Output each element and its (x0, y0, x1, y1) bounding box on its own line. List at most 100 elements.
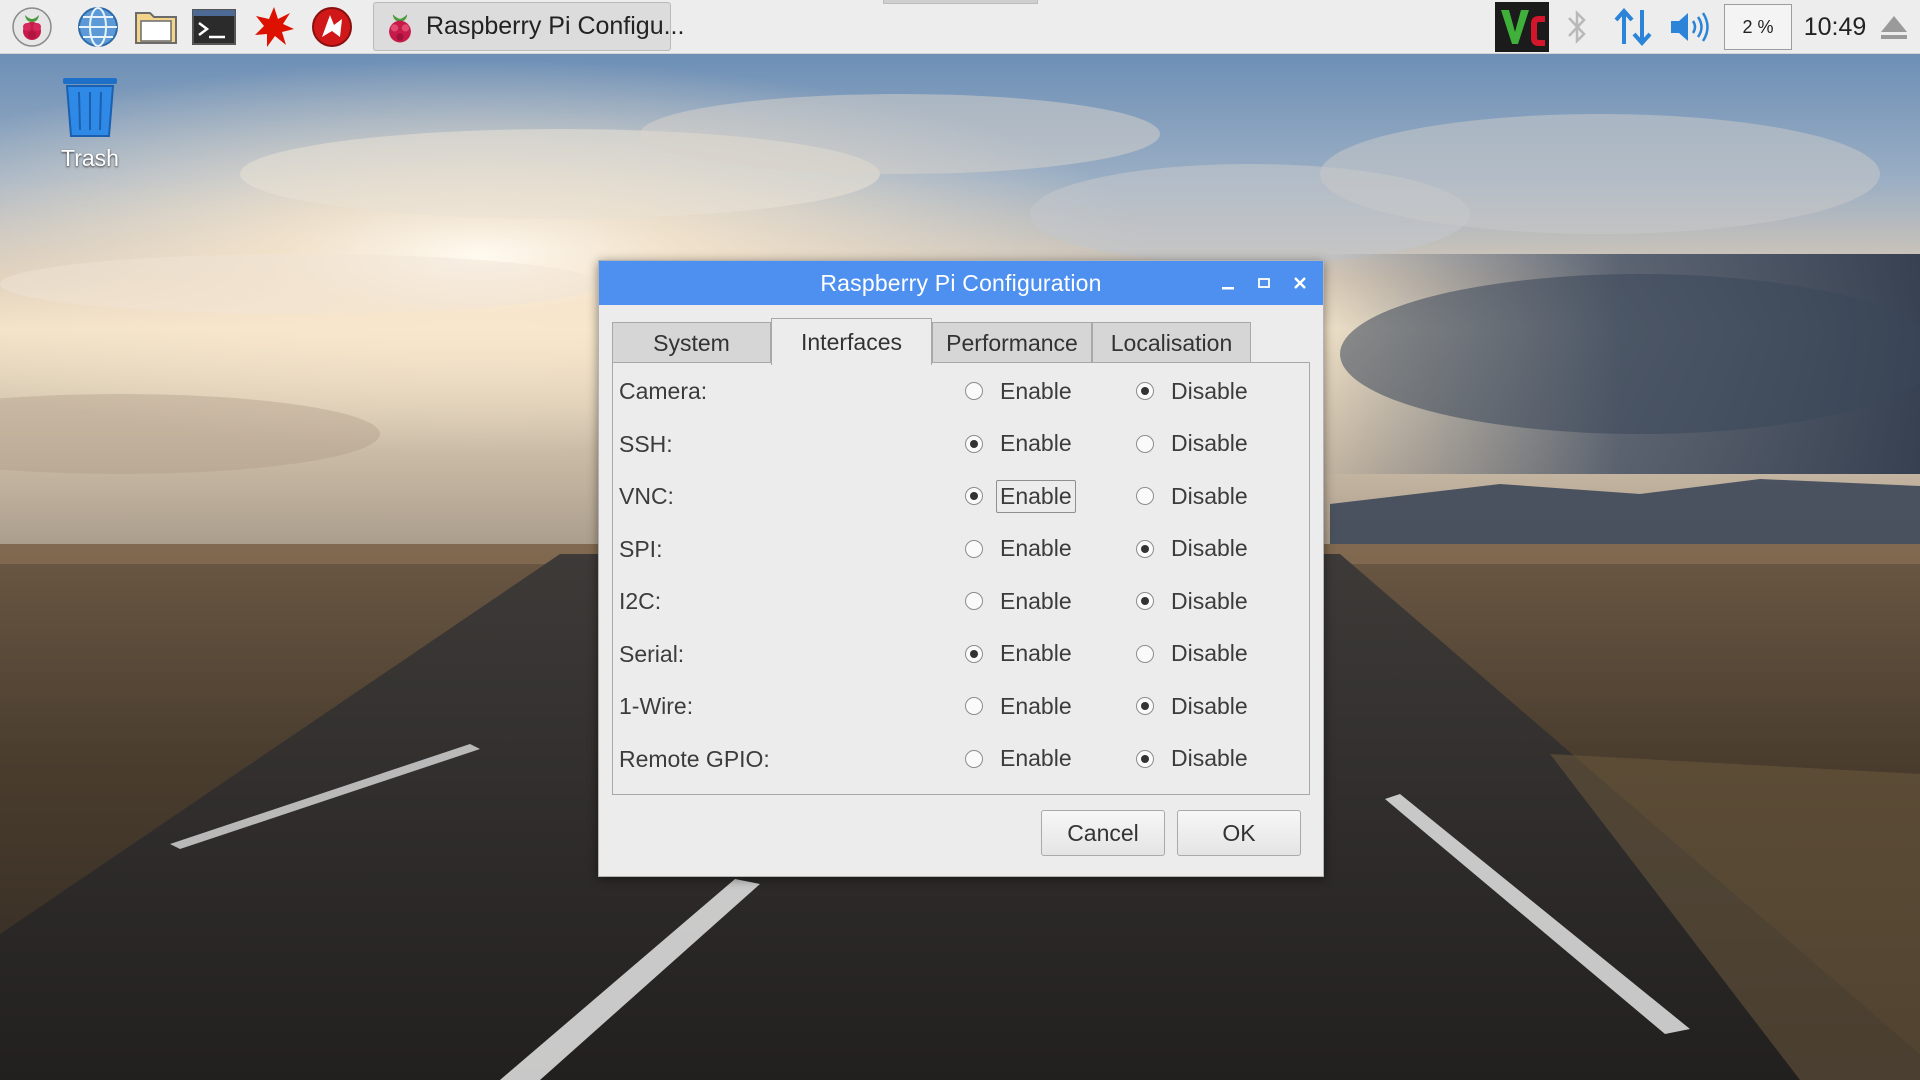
radio-circle[interactable] (1136, 487, 1154, 505)
spi-disable-radio[interactable]: Disable (1136, 523, 1252, 575)
radio-circle[interactable] (965, 697, 983, 715)
interface-row-camera: Camera: Enable Disable (613, 365, 1309, 417)
cancel-button[interactable]: Cancel (1041, 810, 1165, 856)
tab-interfaces[interactable]: Interfaces (771, 318, 932, 365)
serial-disable-radio[interactable]: Disable (1136, 628, 1252, 680)
wolfram-icon[interactable] (250, 3, 298, 51)
minimize-button[interactable] (1213, 268, 1243, 298)
vnc-disable-radio[interactable]: Disable (1136, 470, 1252, 522)
interface-row-spi: SPI: Enable Disable (613, 523, 1309, 575)
tab-performance[interactable]: Performance (932, 322, 1092, 363)
desktop-trash[interactable]: Trash (44, 76, 136, 172)
radio-label[interactable]: Enable (996, 690, 1076, 723)
bluetooth-icon[interactable] (1562, 2, 1592, 52)
terminal-icon[interactable] (190, 3, 238, 51)
radio-label[interactable]: Enable (996, 742, 1076, 775)
interface-label: VNC: (619, 483, 674, 509)
spi-enable-radio[interactable]: Enable (965, 523, 1076, 575)
radio-circle[interactable] (965, 487, 983, 505)
vnc-icon[interactable] (1495, 2, 1549, 52)
ssh-enable-radio[interactable]: Enable (965, 418, 1076, 470)
radio-circle[interactable] (965, 539, 983, 558)
1-wire-disable-radio[interactable]: Disable (1136, 680, 1252, 732)
radio-label[interactable]: Disable (1167, 742, 1252, 775)
tab-system[interactable]: System (612, 322, 771, 363)
interface-row-serial: Serial: Enable Disable (613, 628, 1309, 680)
cpu-usage-value: 2 % (1742, 16, 1774, 37)
ok-button[interactable]: OK (1177, 810, 1301, 856)
mathematica-icon[interactable] (308, 3, 356, 51)
interface-label: Serial: (619, 640, 685, 667)
radio-circle[interactable] (965, 592, 983, 610)
raspberry-menu-icon[interactable] (8, 3, 56, 51)
i2c-disable-radio[interactable]: Disable (1136, 575, 1252, 627)
radio-label[interactable]: Enable (996, 427, 1076, 460)
raspberry-config-icon (380, 5, 420, 49)
1-wire-enable-radio[interactable]: Enable (965, 680, 1076, 732)
radio-label[interactable]: Disable (1167, 375, 1252, 408)
cpu-usage-monitor[interactable]: 2 % (1724, 4, 1792, 50)
minimize-icon (1222, 287, 1234, 290)
volume-icon[interactable] (1666, 2, 1714, 52)
network-icon[interactable] (1610, 2, 1656, 52)
taskbar: Raspberry Pi Configu... 2 % 10:49 (0, 0, 1920, 54)
radio-label[interactable]: Disable (1167, 480, 1252, 513)
interface-label: Remote GPIO: (619, 745, 770, 772)
interface-label: I2C: (619, 588, 662, 614)
radio-label[interactable]: Disable (1167, 427, 1252, 460)
tab-localisation[interactable]: Localisation (1092, 322, 1251, 363)
radio-circle[interactable] (1136, 539, 1154, 558)
web-browser-icon[interactable] (74, 3, 122, 51)
dialog-title: Raspberry Pi Configuration (820, 269, 1102, 296)
interfaces-panel: Camera: Enable Disable SSH: Enable Disable VNC… (612, 362, 1310, 795)
radio-circle[interactable] (965, 749, 983, 768)
maximize-icon (1258, 278, 1270, 288)
interface-label: 1-Wire: (619, 693, 694, 719)
interface-row-1-wire: 1-Wire: Enable Disable (613, 680, 1309, 732)
interface-label: Camera: (619, 378, 708, 404)
raspberry-pi-configuration-dialog: Raspberry Pi Configuration System Interf… (598, 260, 1324, 877)
trash-icon (63, 78, 117, 137)
radio-label[interactable]: Enable (996, 585, 1076, 618)
radio-circle[interactable] (1136, 644, 1154, 663)
remote-gpio-disable-radio[interactable]: Disable (1136, 733, 1252, 785)
serial-enable-radio[interactable]: Enable (965, 628, 1076, 680)
i2c-enable-radio[interactable]: Enable (965, 575, 1076, 627)
interface-row-remote-gpio: Remote GPIO: Enable Disable (613, 733, 1309, 785)
radio-circle[interactable] (1136, 749, 1154, 768)
interface-label: SPI: (619, 535, 663, 562)
maximize-button[interactable] (1249, 268, 1279, 298)
camera-disable-radio[interactable]: Disable (1136, 365, 1252, 417)
dialog-titlebar[interactable]: Raspberry Pi Configuration (599, 261, 1323, 305)
radio-label[interactable]: Disable (1167, 637, 1252, 670)
ssh-disable-radio[interactable]: Disable (1136, 418, 1252, 470)
radio-circle[interactable] (1136, 434, 1154, 453)
radio-circle[interactable] (1136, 697, 1154, 715)
clock[interactable]: 10:49 (1796, 0, 1874, 54)
radio-circle[interactable] (965, 434, 983, 453)
file-manager-icon[interactable] (132, 3, 180, 51)
radio-label[interactable]: Enable (996, 479, 1076, 513)
radio-label[interactable]: Enable (996, 375, 1076, 408)
radio-circle[interactable] (965, 644, 983, 663)
interface-row-i2c: I2C: Enable Disable (613, 575, 1309, 627)
radio-circle[interactable] (1136, 382, 1154, 400)
radio-label[interactable]: Disable (1167, 532, 1252, 565)
panel-drag-handle[interactable] (883, 0, 1038, 4)
camera-enable-radio[interactable]: Enable (965, 365, 1076, 417)
radio-label[interactable]: Disable (1167, 585, 1252, 618)
interface-row-vnc: VNC: Enable Disable (613, 470, 1309, 522)
close-button[interactable] (1285, 268, 1315, 298)
radio-label[interactable]: Enable (996, 637, 1076, 670)
radio-label[interactable]: Disable (1167, 690, 1252, 723)
eject-icon[interactable] (1876, 2, 1912, 52)
remote-gpio-enable-radio[interactable]: Enable (965, 733, 1076, 785)
trash-label: Trash (61, 145, 119, 171)
taskbar-window-button[interactable]: Raspberry Pi Configu... (373, 2, 684, 51)
interface-label: SSH: (619, 430, 673, 457)
radio-circle[interactable] (965, 382, 983, 400)
radio-label[interactable]: Enable (996, 532, 1076, 565)
taskbar-window-label: Raspberry Pi Configu... (426, 12, 685, 40)
radio-circle[interactable] (1136, 592, 1154, 610)
vnc-enable-radio[interactable]: Enable (965, 470, 1076, 522)
